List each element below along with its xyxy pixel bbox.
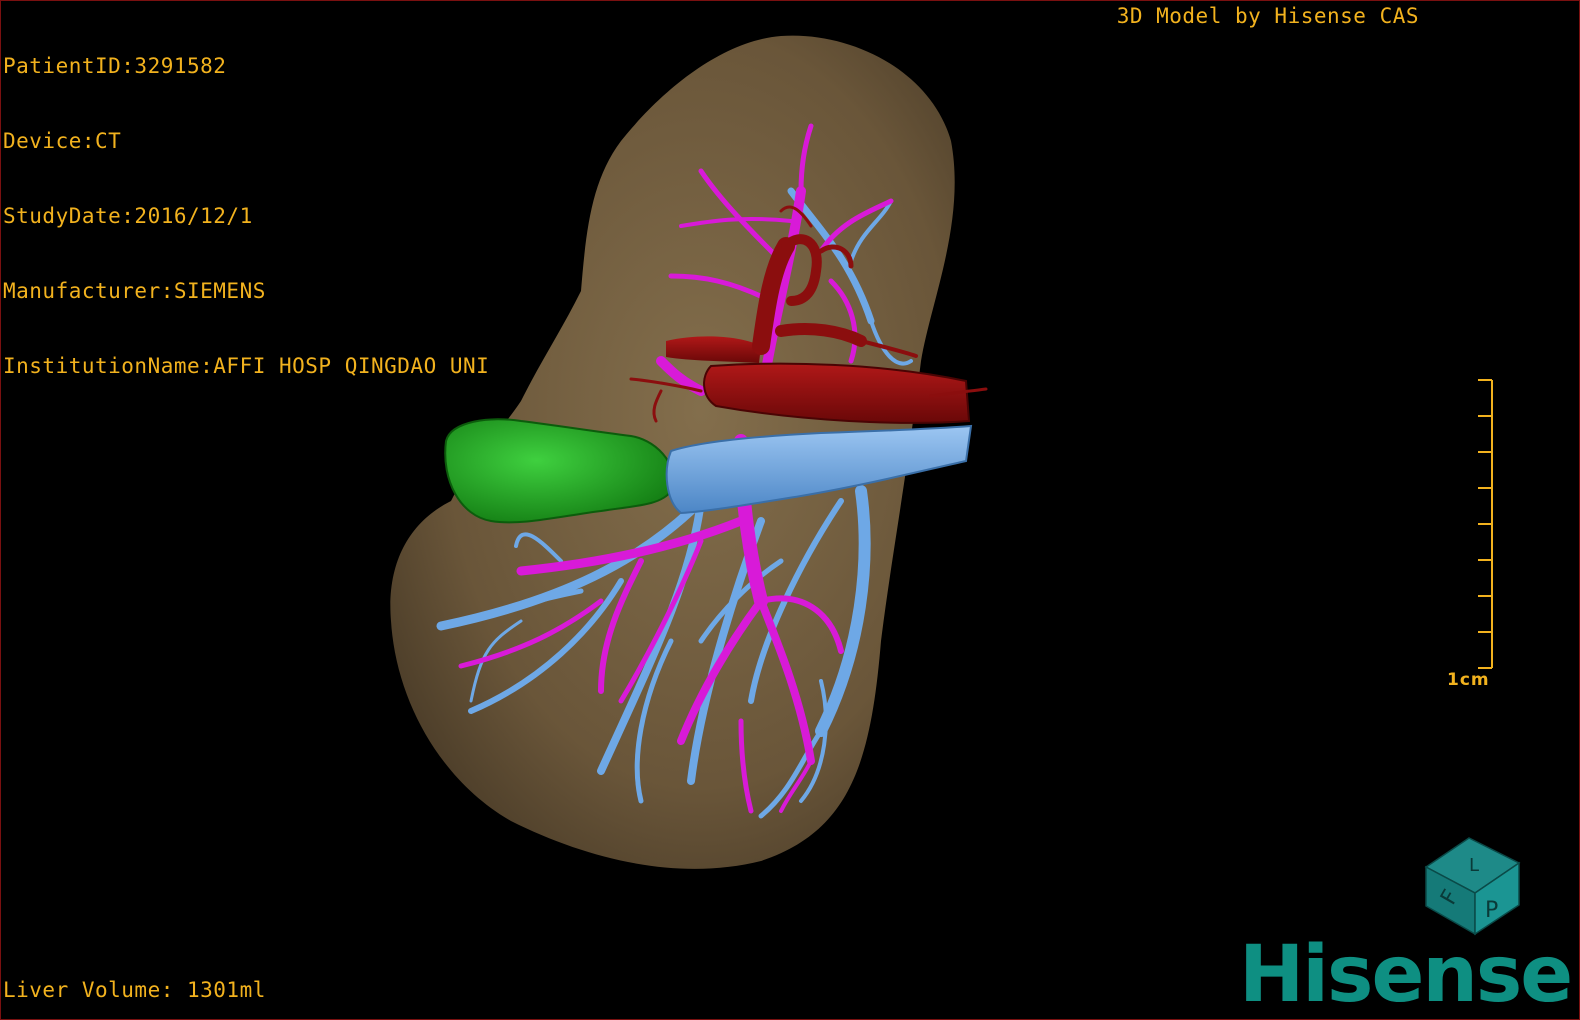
institution-name: InstitutionName:AFFI HOSP QINGDAO UNI: [3, 354, 490, 378]
hisense-logo: Hisense: [1239, 930, 1573, 1020]
3d-viewport[interactable]: F P L PatientID:3291582 Device:CT StudyD…: [0, 0, 1580, 1020]
study-date: StudyDate:2016/12/1: [3, 204, 253, 228]
cube-face-right: P: [1485, 898, 1498, 923]
patient-id: PatientID:3291582: [3, 54, 227, 78]
device: Device:CT: [3, 129, 122, 153]
cube-face-top: L: [1469, 855, 1479, 876]
orientation-cube[interactable]: F P L: [1424, 837, 1521, 936]
study-info: PatientID:3291582 Device:CT StudyDate:20…: [3, 4, 489, 429]
liver-volume: Liver Volume: 1301ml: [3, 978, 266, 1002]
model-credit: 3D Model by Hisense CAS: [1116, 4, 1419, 28]
scale-bar-label: 1cm: [1447, 670, 1490, 690]
manufacturer: Manufacturer:SIEMENS: [3, 279, 266, 303]
scale-bar: [1478, 379, 1493, 669]
